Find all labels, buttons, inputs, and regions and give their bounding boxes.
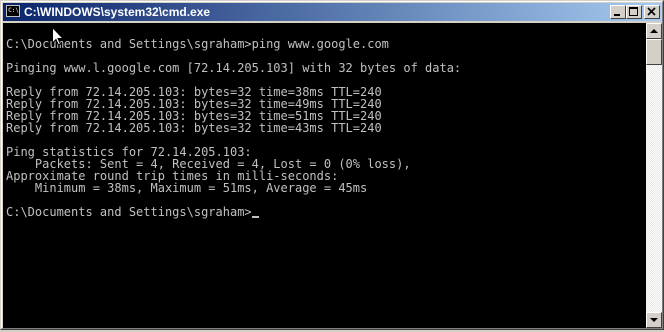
vertical-scrollbar[interactable] <box>646 23 662 328</box>
console-line: Reply from 72.14.205.103: bytes=32 time=… <box>6 121 382 135</box>
console-line: Pinging www.l.google.com [72.14.205.103]… <box>6 61 462 75</box>
maximize-icon <box>629 7 638 16</box>
cmd-app-icon[interactable]: C:\ <box>6 5 20 17</box>
minimize-icon <box>614 14 620 16</box>
close-button[interactable] <box>644 5 660 19</box>
title-bar[interactable]: C:\ C:\WINDOWS\system32\cmd.exe <box>3 3 661 21</box>
text-cursor <box>251 216 259 218</box>
maximize-button[interactable] <box>626 5 642 19</box>
scroll-down-button[interactable] <box>646 312 662 328</box>
close-icon <box>647 7 656 16</box>
prompt-line[interactable]: C:\Documents and Settings\sgraham> <box>6 206 259 218</box>
mouse-pointer-icon <box>52 27 64 46</box>
console-line: Minimum = 38ms, Maximum = 51ms, Average … <box>6 181 368 195</box>
cmd-window: C:\ C:\WINDOWS\system32\cmd.exe C:\Docum… <box>0 0 664 330</box>
scrollbar-thumb[interactable] <box>646 39 662 65</box>
scroll-up-button[interactable] <box>646 23 662 39</box>
console-output[interactable]: C:\Documents and Settings\sgraham>ping w… <box>3 23 646 328</box>
arrow-down-icon <box>650 318 658 322</box>
minimize-button[interactable] <box>610 5 626 19</box>
window-title: C:\WINDOWS\system32\cmd.exe <box>24 5 211 19</box>
prompt-text: C:\Documents and Settings\sgraham> <box>6 205 252 219</box>
arrow-up-icon <box>650 29 658 33</box>
